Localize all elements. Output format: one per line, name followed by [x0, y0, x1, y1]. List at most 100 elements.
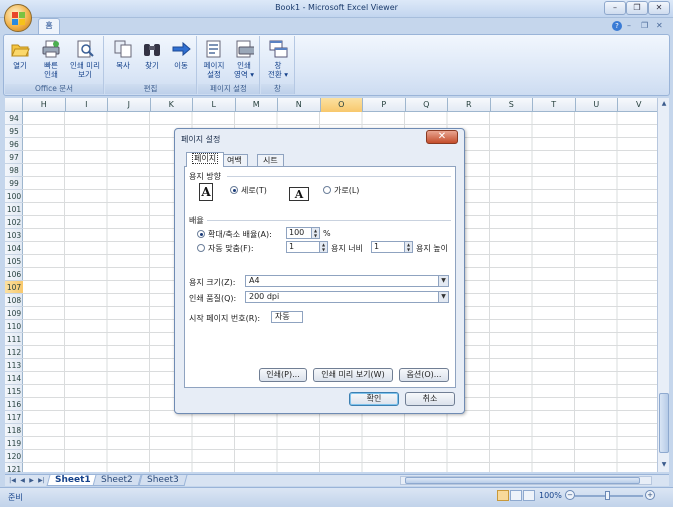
horizontal-scroll-thumb[interactable] [405, 477, 640, 484]
row-header[interactable]: 100 [5, 190, 23, 203]
print-area-button[interactable]: 인쇄 영역 ▾ [229, 39, 259, 79]
column-header[interactable]: O [320, 98, 363, 112]
row-header[interactable]: 103 [5, 229, 23, 242]
print-quality-select[interactable]: 200 dpi ▼ [245, 291, 449, 303]
ok-button[interactable]: 확인 [349, 392, 399, 406]
column-header[interactable]: N [278, 98, 321, 112]
column-header[interactable]: I [66, 98, 108, 112]
close-button[interactable]: ✕ [648, 1, 670, 15]
tab-home[interactable]: 홈 [38, 18, 60, 34]
scroll-down-icon[interactable]: ▼ [659, 460, 669, 470]
adjust-to-radio[interactable] [197, 230, 205, 238]
scroll-up-icon[interactable]: ▲ [659, 99, 669, 109]
row-header[interactable]: 109 [5, 307, 23, 320]
copy-button[interactable]: 복사 [109, 39, 137, 70]
dialog-close-button[interactable]: ✕ [426, 130, 458, 144]
options-button[interactable]: 옵션(O)... [399, 368, 449, 382]
landscape-radio[interactable] [323, 186, 331, 194]
column-header[interactable]: L [193, 98, 236, 112]
print-preview-dialog-button[interactable]: 인쇄 미리 보기(W) [313, 368, 393, 382]
row-header[interactable]: 113 [5, 359, 23, 372]
print-button[interactable]: 인쇄(P)... [259, 368, 307, 382]
row-header[interactable]: 110 [5, 320, 23, 333]
adjust-to-spinner[interactable]: 100 ▲ ▼ [286, 227, 320, 239]
row-header[interactable]: 118 [5, 424, 23, 437]
row-header[interactable]: 115 [5, 385, 23, 398]
fit-tall-spinner[interactable]: 1 ▲ ▼ [371, 241, 413, 253]
restore-button[interactable]: ❐ [626, 1, 648, 15]
row-header[interactable]: 117 [5, 411, 23, 424]
ribbon-close-icon[interactable]: ✕ [656, 21, 663, 30]
next-sheet-icon[interactable]: ▶ [27, 476, 36, 485]
spinner-arrows-icon[interactable]: ▲ ▼ [319, 242, 327, 252]
first-sheet-icon[interactable]: |◀ [8, 476, 17, 485]
zoom-out-icon[interactable]: − [565, 490, 575, 500]
column-header[interactable]: P [363, 98, 406, 112]
quick-print-button[interactable]: 빠른 인쇄 [37, 39, 65, 79]
minimize-button[interactable]: – [604, 1, 626, 15]
page-break-view-icon[interactable] [523, 490, 535, 501]
spinner-arrows-icon[interactable]: ▲ ▼ [404, 242, 412, 252]
sheet-tab[interactable]: Sheet2 [92, 475, 142, 486]
zoom-level[interactable]: 100% [539, 491, 562, 500]
open-button[interactable]: 열기 [7, 39, 33, 70]
row-header[interactable]: 114 [5, 372, 23, 385]
vertical-scroll-thumb[interactable] [659, 393, 669, 453]
row-header[interactable]: 120 [5, 450, 23, 463]
row-header[interactable]: 95 [5, 125, 23, 138]
zoom-slider-knob[interactable] [605, 491, 610, 500]
row-header[interactable]: 94 [5, 112, 23, 125]
row-header[interactable]: 102 [5, 216, 23, 229]
row-header[interactable]: 112 [5, 346, 23, 359]
ribbon-restore-icon[interactable]: ❐ [641, 21, 648, 30]
goto-button[interactable]: 이동 [167, 39, 195, 70]
help-icon[interactable]: ? [612, 21, 622, 31]
row-header[interactable]: 97 [5, 151, 23, 164]
column-header[interactable]: J [108, 98, 151, 112]
column-header[interactable]: M [236, 98, 278, 112]
column-header[interactable]: R [448, 98, 491, 112]
row-header[interactable]: 119 [5, 437, 23, 450]
first-page-number-input[interactable]: 자동 [271, 311, 303, 323]
row-header[interactable]: 116 [5, 398, 23, 411]
column-header[interactable]: H [23, 98, 66, 112]
vertical-scrollbar[interactable]: ▲ ▼ [657, 98, 669, 472]
column-header[interactable]: K [151, 98, 193, 112]
row-header[interactable]: 107 [5, 281, 23, 294]
chevron-down-icon[interactable]: ▼ [438, 292, 448, 302]
horizontal-scrollbar[interactable] [400, 476, 652, 485]
ribbon-minimize-icon[interactable]: – [627, 21, 631, 30]
fit-to-radio[interactable] [197, 244, 205, 252]
zoom-in-icon[interactable]: + [645, 490, 655, 500]
portrait-radio[interactable] [230, 186, 238, 194]
page-setup-button[interactable]: 페이지 설정 [200, 39, 228, 79]
find-button[interactable]: 찾기 [138, 39, 166, 70]
row-header[interactable]: 98 [5, 164, 23, 177]
column-header[interactable]: U [576, 98, 618, 112]
print-preview-button[interactable]: 인쇄 미리 보기 [67, 39, 103, 79]
row-header[interactable]: 99 [5, 177, 23, 190]
normal-view-icon[interactable] [497, 490, 509, 501]
cancel-button[interactable]: 취소 [405, 392, 455, 406]
fit-wide-spinner[interactable]: 1 ▲ ▼ [286, 241, 328, 253]
office-button[interactable] [4, 4, 32, 32]
chevron-down-icon[interactable]: ▼ [438, 276, 448, 286]
column-header[interactable]: T [533, 98, 576, 112]
column-header[interactable]: V [618, 98, 661, 112]
row-header[interactable]: 104 [5, 242, 23, 255]
select-all-corner[interactable] [5, 98, 23, 112]
sheet-tab[interactable]: Sheet1 [46, 475, 100, 486]
sheet-tab[interactable]: Sheet3 [138, 475, 188, 486]
page-layout-view-icon[interactable] [510, 490, 522, 501]
row-header[interactable]: 105 [5, 255, 23, 268]
row-header[interactable]: 106 [5, 268, 23, 281]
row-header[interactable]: 108 [5, 294, 23, 307]
row-header[interactable]: 101 [5, 203, 23, 216]
column-header[interactable]: S [491, 98, 533, 112]
prev-sheet-icon[interactable]: ◀ [18, 476, 27, 485]
switch-windows-button[interactable]: 창 전환 ▾ [263, 39, 293, 79]
row-header[interactable]: 96 [5, 138, 23, 151]
row-header[interactable]: 111 [5, 333, 23, 346]
paper-size-select[interactable]: A4 ▼ [245, 275, 449, 287]
spinner-arrows-icon[interactable]: ▲ ▼ [311, 228, 319, 238]
